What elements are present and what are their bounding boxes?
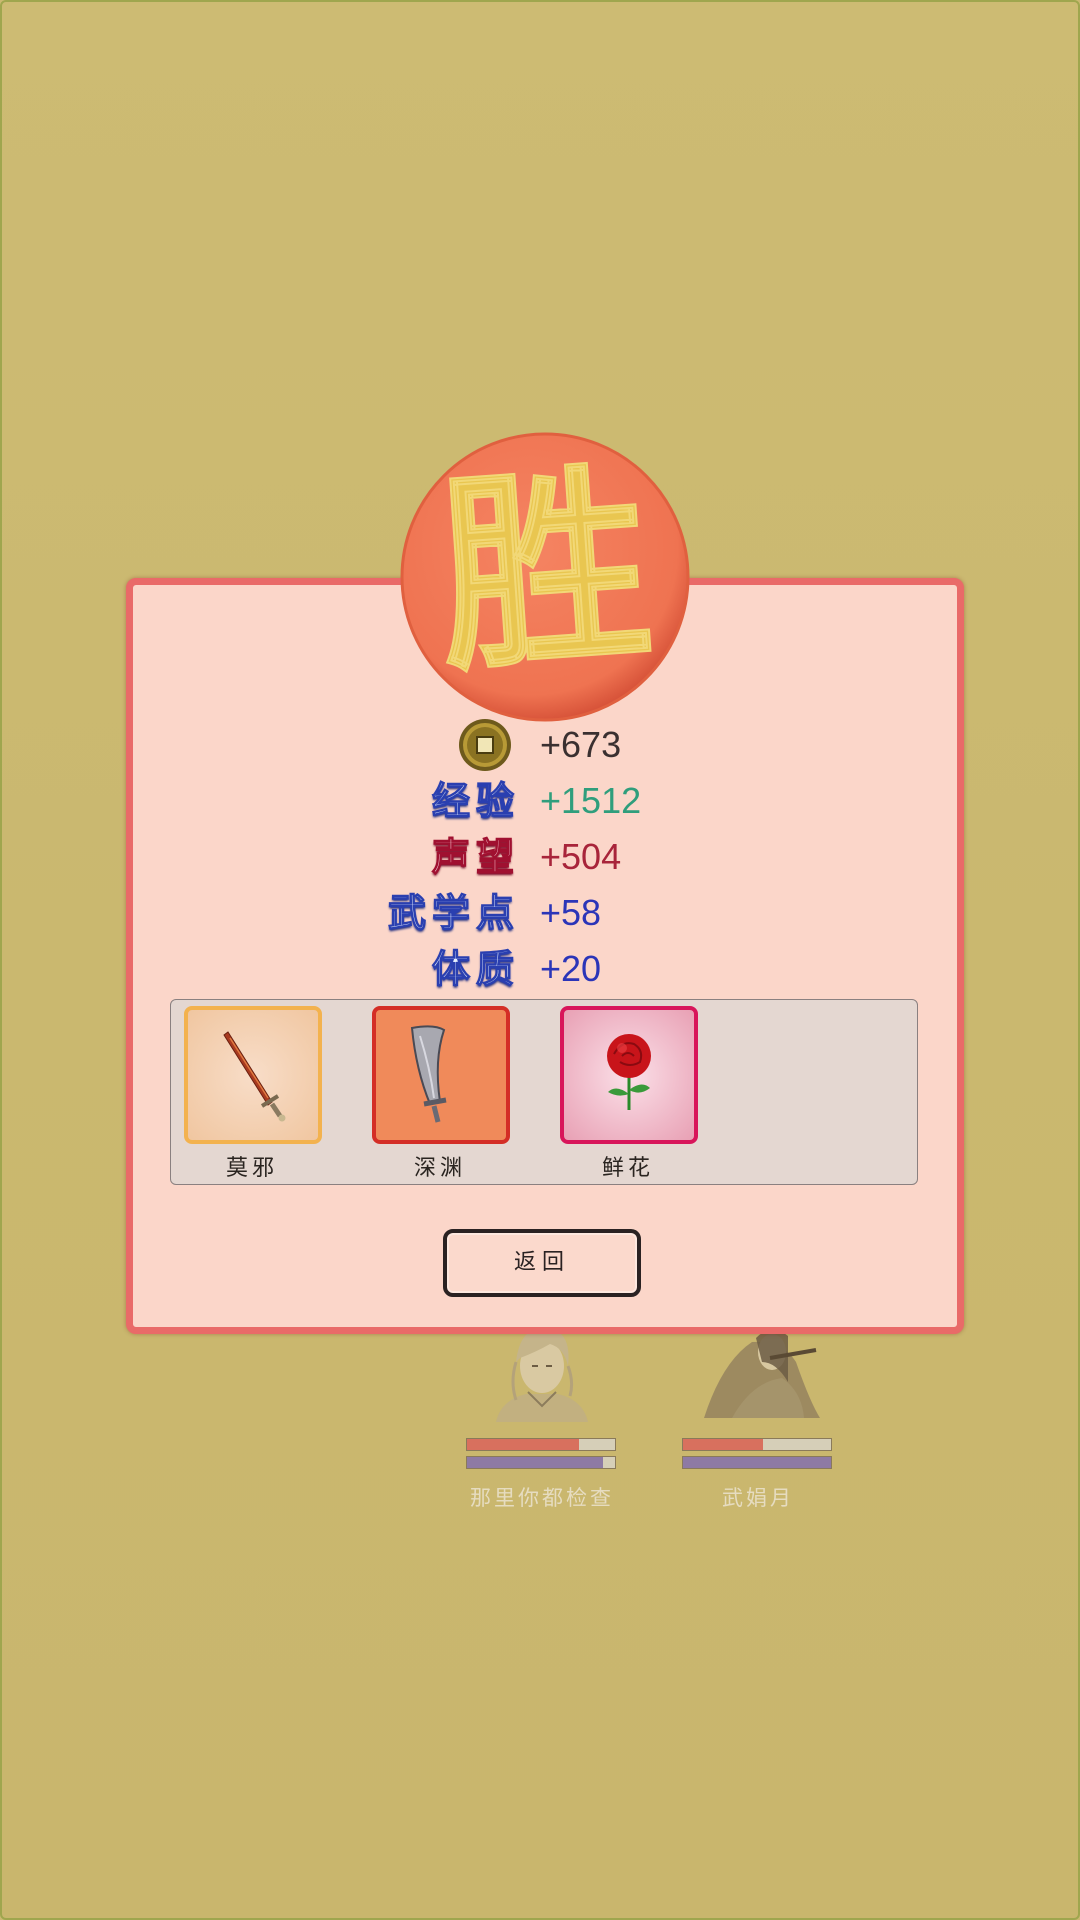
hero-portrait-2: [704, 1329, 820, 1418]
exp-value: +1512: [540, 780, 642, 821]
mp-fill: [683, 1457, 831, 1468]
reward-row-coins: +673: [0, 719, 1080, 771]
item-name: 鲜花: [601, 1156, 654, 1181]
mp-bar: [466, 1456, 616, 1469]
item-frame: [560, 1006, 698, 1144]
victory-text: 胜: [431, 440, 658, 701]
reward-row-constitution: 体质 +20: [0, 943, 1080, 995]
reputation-value: +504: [540, 836, 622, 877]
exp-label: 经验: [431, 777, 520, 823]
constitution-label: 体质: [431, 945, 520, 991]
item-name: 莫邪: [225, 1156, 278, 1181]
back-button[interactable]: 返回: [443, 1229, 641, 1297]
item-name: 深渊: [413, 1156, 466, 1181]
mp-fill: [467, 1457, 604, 1468]
martial-points-value: +58: [540, 892, 602, 933]
mp-bar: [682, 1456, 832, 1469]
item-frame: [184, 1006, 322, 1144]
item-frame: [372, 1006, 510, 1144]
item-slot-flower[interactable]: 鲜花: [560, 1006, 698, 1182]
hp-fill: [467, 1439, 580, 1450]
sword-icon: [223, 1031, 286, 1122]
reward-row-exp: 经验 +1512: [0, 775, 1080, 827]
hp-bar: [466, 1438, 616, 1451]
broadsword-icon: [410, 1025, 447, 1123]
reward-row-martial-points: 武学点 +58: [0, 887, 1080, 939]
item-slot-shenyuan[interactable]: 深渊: [372, 1006, 510, 1182]
coins-value: +673: [540, 724, 622, 765]
hp-fill: [683, 1439, 763, 1450]
item-slot-moye[interactable]: 莫邪: [184, 1006, 322, 1182]
reputation-label: 声望: [431, 833, 520, 879]
hero-portrait-1: [496, 1327, 588, 1422]
martial-points-label: 武学点: [387, 889, 520, 935]
hp-bar: [682, 1438, 832, 1451]
rose-icon: [607, 1034, 651, 1110]
reward-row-reputation: 声望 +504: [0, 831, 1080, 883]
party-member-name: 武娟月: [722, 1486, 794, 1510]
victory-badge: 胜: [400, 432, 690, 722]
party-member-name: 那里你都检查: [470, 1486, 614, 1510]
constitution-value: +20: [540, 948, 602, 989]
